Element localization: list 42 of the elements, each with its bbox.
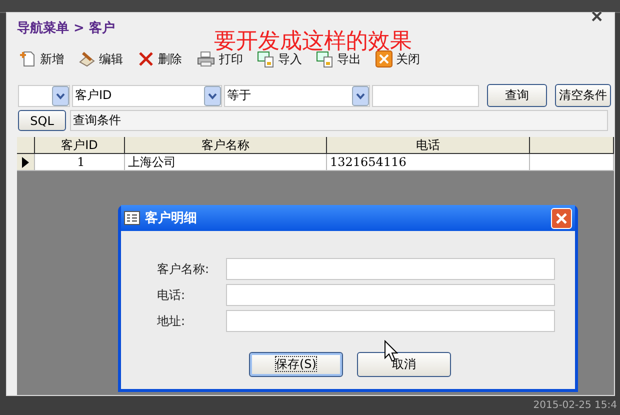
field-label: 地址: [157,312,186,330]
printer-icon [196,50,216,68]
row-selector[interactable] [17,154,35,171]
close-box-icon [375,50,393,68]
sql-button[interactable]: SQL [18,110,66,131]
status-time: 2015-02-25 15:4 [533,400,617,411]
table-cell: 1321654116 [327,154,530,171]
field-label: 电话: [157,286,186,304]
field-label: 客户名称: [157,260,210,278]
spreadsheet-icon [316,50,334,68]
row-header [17,137,35,154]
new-page-icon [19,50,37,68]
close-button[interactable] [551,208,572,228]
spreadsheet-icon [257,50,275,68]
save-button[interactable]: 保存(S) [249,352,343,377]
column-header[interactable] [530,137,614,154]
input-field[interactable] [226,258,555,280]
cross-icon [137,50,155,68]
column-header[interactable]: 客户ID [35,137,125,154]
toolbar-button[interactable]: 编辑 [78,50,123,68]
table-cell: 1 [35,154,125,171]
pencil-paper-icon [78,50,96,68]
column-header[interactable]: 客户名称 [125,137,327,154]
close-button[interactable]: × [591,7,603,27]
current-row-icon [22,156,29,168]
breadcrumb: 导航菜单 > 客户 [17,20,115,38]
query-condition-field[interactable]: 查询条件 [70,110,608,131]
form-icon [124,211,140,225]
dropdown[interactable]: 客户ID [72,84,222,106]
toolbar-button[interactable]: 删除 [137,50,182,68]
input-field[interactable] [226,284,555,306]
close-icon [556,212,567,224]
input-field[interactable] [226,310,555,332]
dropdown[interactable] [18,84,70,106]
search-button[interactable]: 查询 [487,84,547,107]
table-cell: 上海公司 [125,154,327,171]
dialog-title: 客户明细 [145,210,198,227]
column-header[interactable]: 电话 [327,137,530,154]
clear-button[interactable]: 清空条件 [555,84,611,107]
dropdown[interactable]: 等于 [224,84,370,106]
toolbar-button[interactable]: 新增 [19,50,64,68]
search-field[interactable] [372,84,479,106]
